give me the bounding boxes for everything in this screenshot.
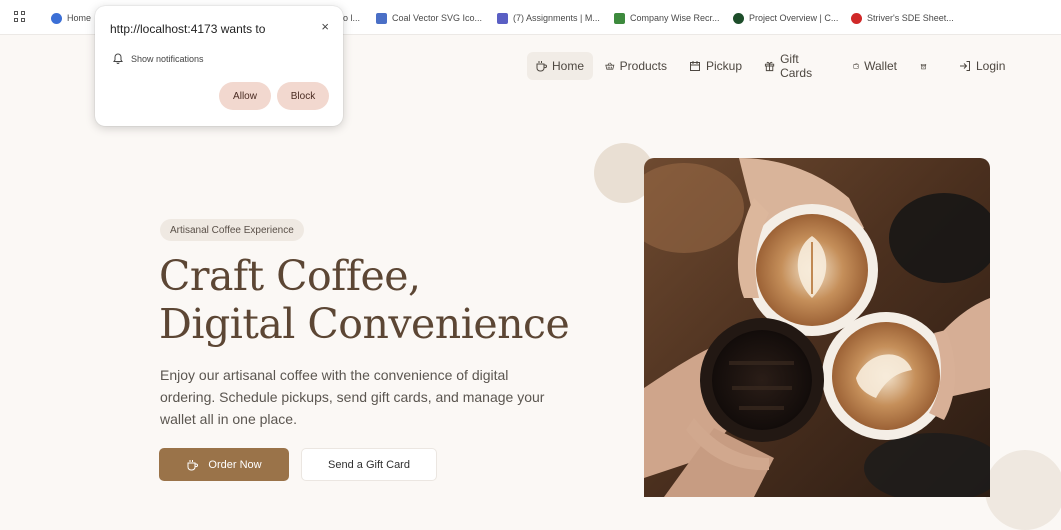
send-gift-card-button[interactable]: Send a Gift Card <box>301 448 437 481</box>
order-now-button[interactable]: Order Now <box>159 448 289 481</box>
hero-badge: Artisanal Coffee Experience <box>160 219 304 241</box>
bookmark-site-icon <box>376 12 387 24</box>
wallet-icon <box>853 63 859 69</box>
gift-icon <box>764 61 775 72</box>
close-icon[interactable]: × <box>321 19 329 34</box>
allow-button[interactable]: Allow <box>219 82 271 110</box>
nav-cart[interactable] <box>913 52 939 80</box>
nav-login[interactable]: Login <box>951 52 1017 80</box>
login-icon <box>960 61 970 71</box>
bookmark-site-icon <box>614 12 625 24</box>
coffee-cup-icon <box>536 61 547 72</box>
decorative-circle <box>985 450 1061 530</box>
apps-grid-icon[interactable] <box>14 11 26 23</box>
calendar-icon <box>690 61 700 71</box>
block-button[interactable]: Block <box>277 82 329 110</box>
nav-products[interactable]: Products <box>597 52 675 80</box>
nav-home[interactable]: Home <box>527 52 593 80</box>
hero-description: Enjoy our artisanal coffee with the conv… <box>160 367 545 427</box>
coffee-cup-icon <box>187 459 199 470</box>
coffee-cheers-image <box>644 158 990 497</box>
nav-pickup[interactable]: Pickup <box>681 52 751 80</box>
bookmark-company-wise[interactable]: Company Wise Recr... <box>614 10 726 26</box>
edge-globe-icon <box>51 12 62 24</box>
bookmark-coal-vector[interactable]: Coal Vector SVG Ico... <box>376 10 488 26</box>
bookmark-site-icon <box>851 12 862 24</box>
bell-icon <box>113 53 123 64</box>
bookmark-project-overview[interactable]: Project Overview | C... <box>733 10 843 26</box>
nav-gift-cards[interactable]: Gift Cards <box>756 52 838 80</box>
nav-wallet[interactable]: Wallet <box>845 52 905 80</box>
bookmark-strivers-sheet[interactable]: Striver's SDE Sheet... <box>851 10 961 26</box>
bookmark-partial[interactable]: o l... <box>343 10 365 26</box>
bookmark-home[interactable]: Home <box>51 10 95 26</box>
notification-permission-popup: http://localhost:4173 wants to × Show no… <box>95 6 343 126</box>
teams-icon <box>497 12 508 24</box>
shopping-bag-icon <box>920 63 927 70</box>
bookmark-assignments[interactable]: (7) Assignments | M... <box>497 10 607 26</box>
bookmark-site-icon <box>733 12 744 24</box>
popup-title: http://localhost:4173 wants to <box>110 22 266 36</box>
hero-title: Craft Coffee, Digital Convenience <box>159 252 570 348</box>
permission-row: Show notifications <box>113 53 204 64</box>
basket-icon <box>605 62 615 70</box>
